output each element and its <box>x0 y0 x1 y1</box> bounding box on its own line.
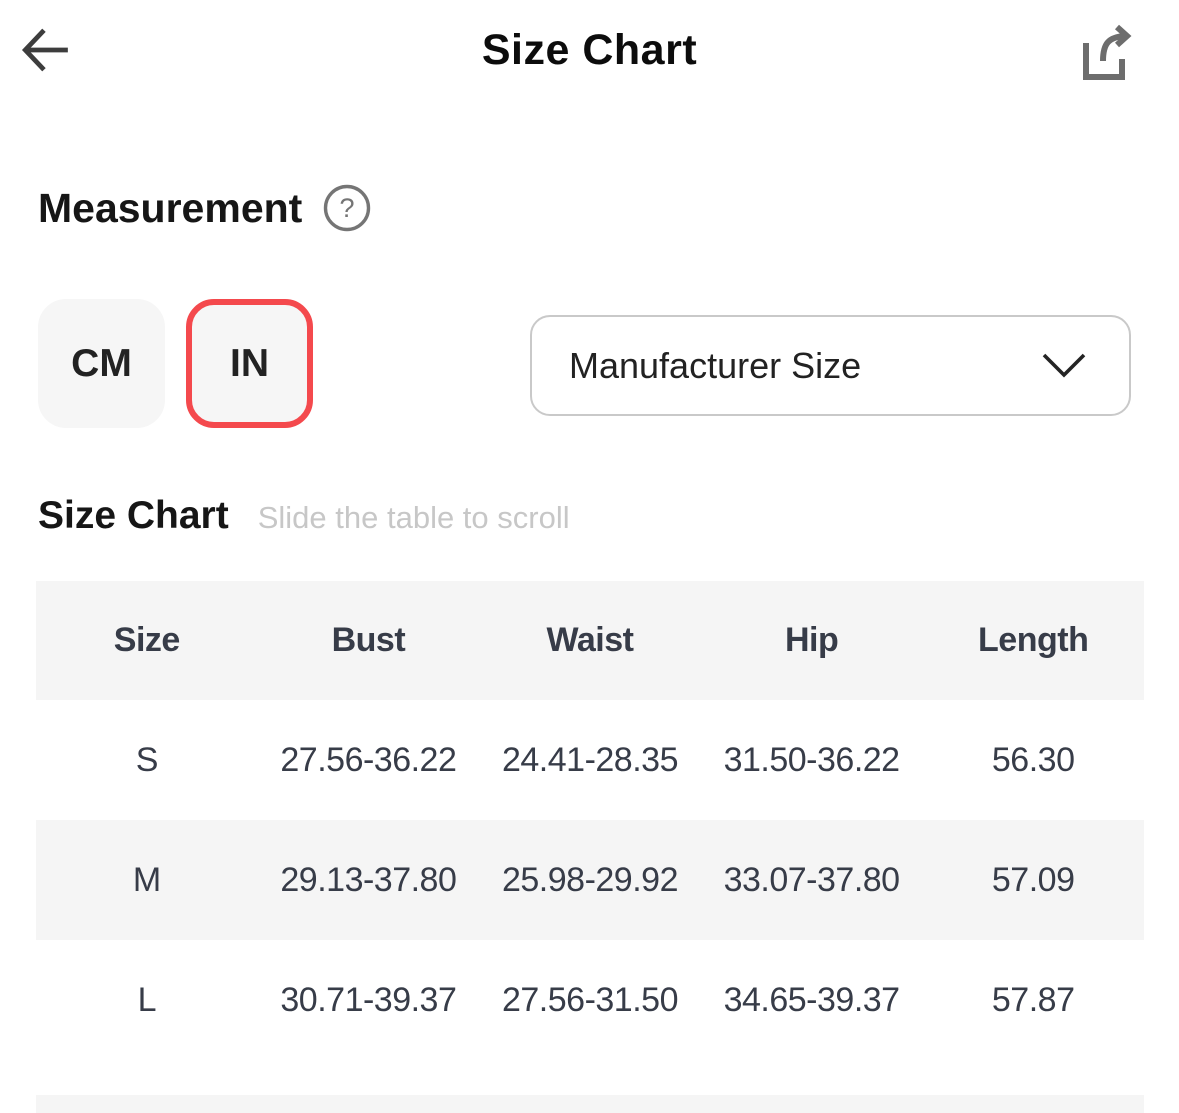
cell-length: 56.30 <box>922 741 1144 780</box>
size-chart-hint: Slide the table to scroll <box>258 500 570 536</box>
cell-waist: 27.56-31.50 <box>479 981 701 1020</box>
cell-length: 57.09 <box>922 861 1144 900</box>
table-row-m: M 29.13-37.80 25.98-29.92 33.07-37.80 57… <box>36 820 1144 940</box>
column-header-hip: Hip <box>701 621 923 660</box>
measurement-title: Measurement <box>38 185 302 232</box>
cell-hip: 31.50-36.22 <box>701 741 923 780</box>
cell-hip: 34.65-39.37 <box>701 981 923 1020</box>
unit-cm-button[interactable]: CM <box>38 299 165 428</box>
column-header-bust: Bust <box>258 621 480 660</box>
table-header-row: Size Bust Waist Hip Length <box>36 581 1144 700</box>
share-icon <box>1075 21 1137 85</box>
column-header-length: Length <box>922 621 1144 660</box>
unit-in-button[interactable]: IN <box>186 299 313 428</box>
page-title: Size Chart <box>0 0 1179 100</box>
share-button[interactable] <box>1075 20 1137 86</box>
cell-bust: 30.71-39.37 <box>258 981 480 1020</box>
measurement-section-header: Measurement ? <box>38 183 372 233</box>
cell-size: M <box>36 861 258 900</box>
size-chart-table[interactable]: Size Bust Waist Hip Length S 27.56-36.22… <box>36 581 1144 1113</box>
measurement-help-button[interactable]: ? <box>322 183 372 233</box>
chevron-down-icon <box>1041 352 1087 379</box>
size-standard-value: Manufacturer Size <box>569 345 861 387</box>
table-row-s: S 27.56-36.22 24.41-28.35 31.50-36.22 56… <box>36 700 1144 820</box>
cell-bust: 27.56-36.22 <box>258 741 480 780</box>
cell-size: S <box>36 741 258 780</box>
header-bar: Size Chart <box>0 0 1179 100</box>
unit-toggle: CM IN <box>38 299 313 428</box>
column-header-size: Size <box>36 621 258 660</box>
size-chart-title: Size Chart <box>38 494 229 538</box>
table-row-next-partial <box>36 1095 1144 1113</box>
cell-waist: 24.41-28.35 <box>479 741 701 780</box>
column-header-waist: Waist <box>479 621 701 660</box>
size-chart-section-header: Size Chart Slide the table to scroll <box>38 494 570 538</box>
table-row-l: L 30.71-39.37 27.56-31.50 34.65-39.37 57… <box>36 940 1144 1060</box>
cell-length: 57.87 <box>922 981 1144 1020</box>
cell-waist: 25.98-29.92 <box>479 861 701 900</box>
cell-hip: 33.07-37.80 <box>701 861 923 900</box>
question-mark-icon: ? <box>322 183 372 233</box>
size-standard-dropdown[interactable]: Manufacturer Size <box>530 315 1131 416</box>
svg-text:?: ? <box>340 193 355 223</box>
cell-size: L <box>36 981 258 1020</box>
cell-bust: 29.13-37.80 <box>258 861 480 900</box>
